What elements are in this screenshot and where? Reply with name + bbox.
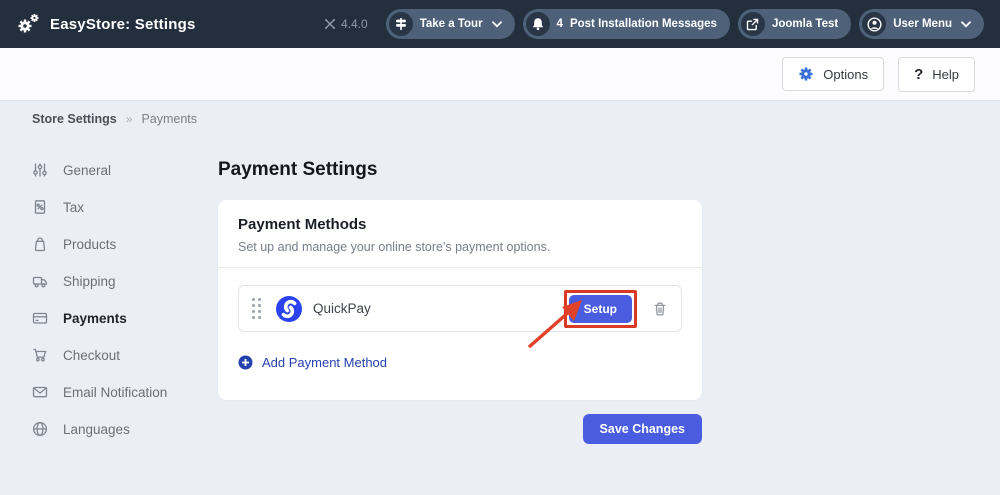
help-button[interactable]: ? Help — [898, 56, 975, 92]
version-label: 4.4.0 — [341, 17, 368, 31]
joomla-test-label: Joomla Test — [771, 18, 839, 30]
truck-icon — [32, 273, 48, 289]
sidebar-item-general[interactable]: General — [32, 159, 208, 181]
sidebar-label: Languages — [63, 421, 130, 437]
drag-handle-icon[interactable] — [252, 298, 261, 319]
breadcrumb-separator: » — [125, 112, 133, 126]
options-button[interactable]: Options — [782, 57, 885, 91]
cart-icon — [32, 347, 48, 363]
sidebar-label: Checkout — [63, 347, 121, 363]
sliders-icon — [32, 162, 48, 178]
navbar-right: 4.4.0 Take a Tour 4 Post Installation Me… — [324, 9, 984, 39]
page-title: Payment Settings — [218, 159, 378, 180]
user-icon — [862, 12, 887, 36]
user-menu-label: User Menu — [893, 18, 952, 30]
sidebar-item-languages[interactable]: Languages — [32, 418, 208, 440]
sidebar-item-products[interactable]: Products — [32, 233, 208, 255]
card-divider — [218, 267, 702, 268]
add-payment-method-link[interactable]: Add Payment Method — [238, 355, 387, 400]
bell-icon — [525, 12, 550, 36]
sidebar-label: Tax — [63, 199, 85, 215]
page-header-title: EasyStore: Settings — [50, 15, 196, 33]
sidebar-label: Email Notification — [63, 384, 168, 400]
joomla-version: 4.4.0 — [324, 17, 368, 31]
add-payment-method-label: Add Payment Method — [262, 355, 388, 370]
sidebar-item-tax[interactable]: Tax — [32, 196, 208, 218]
messages-count-badge: 4 — [556, 18, 563, 30]
plus-circle-icon — [238, 355, 253, 370]
sidebar-item-email-notification[interactable]: Email Notification — [32, 381, 208, 403]
sidebar-item-checkout[interactable]: Checkout — [32, 344, 208, 366]
save-changes-button[interactable]: Save Changes — [582, 414, 702, 444]
sidebar-label: Products — [63, 236, 117, 252]
setup-button[interactable]: Setup — [568, 294, 632, 323]
red-annotation-box: Setup — [563, 289, 637, 328]
joomla-icon — [324, 18, 336, 30]
sidebar-label: General — [63, 162, 112, 178]
sidebar-item-shipping[interactable]: Shipping — [32, 270, 208, 292]
shopping-bag-icon — [32, 236, 48, 252]
breadcrumb-payments: Payments — [141, 112, 198, 126]
cogs-icon — [16, 13, 40, 35]
globe-icon — [32, 421, 48, 437]
joomla-test-site-button[interactable]: Joomla Test — [737, 9, 852, 39]
external-link-icon — [740, 12, 765, 36]
toolbar: Options ? Help — [0, 48, 1000, 101]
gear-icon — [798, 66, 814, 82]
post-installation-messages-button[interactable]: 4 Post Installation Messages — [522, 9, 730, 39]
payment-method-row: QuickPay Setup — [238, 285, 682, 332]
breadcrumb: Store Settings » Payments — [32, 112, 197, 126]
quickpay-logo — [275, 295, 303, 323]
sidebar-label: Payments — [63, 310, 127, 326]
breadcrumb-store-settings[interactable]: Store Settings — [32, 112, 117, 126]
app-brand: EasyStore: Settings — [16, 13, 196, 35]
sidebar-item-payments[interactable]: Payments — [32, 307, 208, 329]
signpost-icon — [388, 12, 413, 36]
chevron-down-icon — [491, 20, 502, 28]
envelope-icon — [32, 384, 48, 400]
save-row: Save Changes — [218, 414, 702, 444]
take-a-tour-label: Take a Tour — [419, 18, 483, 30]
chevron-down-icon — [961, 20, 971, 28]
payment-method-name: QuickPay — [313, 301, 371, 316]
main-content: Payment Settings Payment Methods Set up … — [218, 158, 702, 444]
top-navbar: EasyStore: Settings 4.4.0 Take a Tour 4 … — [0, 0, 1000, 48]
help-label: Help — [932, 66, 959, 82]
messages-label: Post Installation Messages — [569, 18, 717, 30]
card-title: Payment Methods — [238, 216, 367, 233]
trash-icon[interactable] — [652, 301, 668, 317]
card-subtitle: Set up and manage your online store's pa… — [238, 240, 551, 254]
payment-methods-card: Payment Methods Set up and manage your o… — [218, 200, 702, 400]
credit-card-icon — [32, 310, 48, 326]
options-label: Options — [823, 66, 869, 82]
card-header: Payment Methods Set up and manage your o… — [218, 200, 702, 267]
question-icon: ? — [914, 65, 924, 83]
user-menu-button[interactable]: User Menu — [859, 9, 984, 39]
settings-sidebar: General Tax Products Shipping Payments C… — [32, 159, 208, 455]
take-a-tour-button[interactable]: Take a Tour — [385, 9, 515, 39]
sidebar-label: Shipping — [63, 273, 116, 289]
tax-document-icon — [32, 199, 48, 215]
